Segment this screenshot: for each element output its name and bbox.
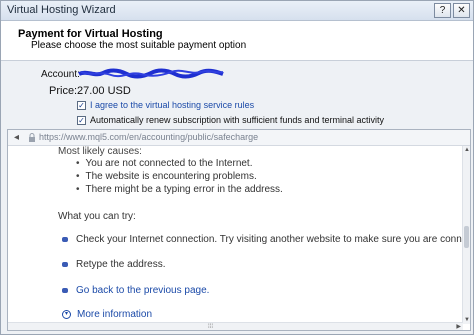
chevron-down-circle-icon[interactable]: ▾: [62, 309, 71, 319]
auto-renew-row[interactable]: ✓ Automatically renew subscription with …: [77, 114, 384, 126]
price-label: Price:: [49, 85, 78, 97]
try-item-text: Retype the address.: [76, 259, 166, 270]
scroll-down-arrow-icon[interactable]: ▼: [464, 317, 470, 323]
try-item-retype-address: Retype the address.: [62, 259, 166, 270]
auto-renew-label: Automatically renew subscription with su…: [90, 115, 384, 125]
error-page-content: Most likely causes: You are not connecte…: [8, 146, 463, 324]
header-title: Payment for Virtual Hosting: [18, 28, 163, 40]
what-you-can-try-heading: What you can try:: [58, 211, 136, 222]
url-text[interactable]: https://www.mql5.com/en/accounting/publi…: [39, 132, 258, 142]
agree-rules-link[interactable]: I agree to the virtual hosting service r…: [90, 100, 254, 110]
bullet-icon: [62, 287, 68, 293]
address-bar: ◂ https://www.mql5.com/en/accounting/pub…: [8, 130, 470, 146]
back-arrow-icon[interactable]: ◂: [14, 132, 19, 143]
title-bar: Virtual Hosting Wizard ? ✕: [1, 1, 473, 21]
bullet-icon: [62, 261, 68, 267]
bullet-icon: [62, 236, 68, 242]
horizontal-scrollbar[interactable]: ⁞⁞⁞ ▶: [8, 322, 463, 330]
cause-item: The website is encountering problems.: [76, 171, 257, 182]
lock-icon: [29, 133, 35, 142]
go-back-link[interactable]: Go back to the previous page.: [62, 285, 209, 296]
scroll-right-arrow-icon[interactable]: ▶: [456, 323, 461, 330]
account-label: Account:: [41, 69, 80, 80]
likely-causes-heading: Most likely causes:: [58, 146, 142, 157]
try-item-text: Check your Internet connection. Try visi…: [76, 234, 463, 245]
try-item-check-connection: Check your Internet connection. Try visi…: [62, 234, 463, 245]
auto-renew-checkbox[interactable]: ✓: [77, 115, 86, 125]
embedded-browser: ◂ https://www.mql5.com/en/accounting/pub…: [7, 129, 471, 331]
close-button[interactable]: ✕: [453, 3, 470, 18]
agree-rules-row[interactable]: ✓ I agree to the virtual hosting service…: [77, 99, 254, 111]
cause-item: You are not connected to the Internet.: [76, 158, 253, 169]
price-value: 27.00 USD: [77, 85, 131, 97]
scroll-grip-icon[interactable]: ⁞⁞⁞: [208, 324, 213, 330]
more-information-text[interactable]: More information: [77, 309, 152, 320]
agree-rules-checkbox[interactable]: ✓: [77, 100, 86, 110]
go-back-link-text[interactable]: Go back to the previous page.: [76, 285, 209, 296]
window-title: Virtual Hosting Wizard: [7, 4, 116, 16]
cause-item: There might be a typing error in the add…: [76, 184, 283, 195]
vertical-scrollbar[interactable]: ▲ ▼: [462, 146, 470, 324]
header-subtitle: Please choose the most suitable payment …: [31, 40, 247, 51]
vertical-scroll-thumb[interactable]: [464, 226, 469, 248]
more-information-link[interactable]: ▾ More information: [62, 309, 152, 320]
account-redaction-scribble: [78, 68, 224, 79]
wizard-header: Payment for Virtual Hosting Please choos…: [1, 21, 473, 61]
wizard-window: Virtual Hosting Wizard ? ✕ Payment for V…: [0, 0, 474, 335]
help-button[interactable]: ?: [434, 3, 451, 18]
scroll-up-arrow-icon[interactable]: ▲: [464, 147, 470, 153]
